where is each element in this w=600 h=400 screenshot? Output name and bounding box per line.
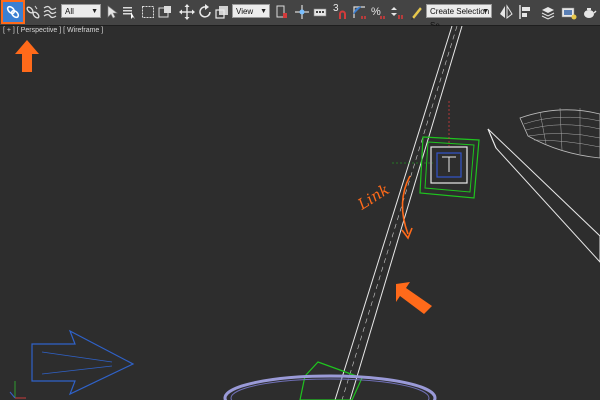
select-object-icon <box>107 5 118 19</box>
layers-icon <box>541 7 555 20</box>
percent-snap-toggle-button[interactable]: % <box>368 2 388 22</box>
snap-magnet-icon <box>339 10 346 19</box>
select-and-link-button[interactable] <box>1 0 25 24</box>
align-icon <box>519 5 530 19</box>
snaps-toggle-button[interactable]: 3 <box>331 2 349 22</box>
use-pivot-point-center-button[interactable] <box>272 2 292 22</box>
selected-helper-object[interactable] <box>419 101 480 199</box>
mirror-icon <box>500 4 513 20</box>
named-selection-set-dropdown[interactable]: Create Selection Se ▼ <box>426 4 492 30</box>
unlink-chain-icon <box>26 5 40 19</box>
select-by-name-button[interactable] <box>119 2 139 22</box>
rotate-icon <box>199 4 211 18</box>
scale-icon <box>215 6 228 19</box>
render-button[interactable] <box>579 2 599 22</box>
chevron-down-icon: ▼ <box>91 8 98 15</box>
pencil-icon <box>411 6 423 20</box>
chevron-down-icon: ▼ <box>260 8 267 15</box>
hull-mesh-object[interactable] <box>519 107 600 159</box>
viewport-scene: Link <box>9 26 600 400</box>
keyboard-icon <box>313 8 327 17</box>
percent-snap-icon: % <box>371 6 385 19</box>
reference-coordinate-dropdown[interactable]: View ▼ <box>232 4 270 18</box>
space-warp-icon <box>43 5 57 19</box>
link-annotation-text: Link <box>354 180 393 214</box>
pivot-center-icon <box>276 5 287 18</box>
axis-tripod <box>9 381 26 399</box>
render-setup-button[interactable] <box>559 2 579 22</box>
manipulate-icon <box>295 5 309 19</box>
selection-filter-value: All <box>65 7 74 16</box>
bind-to-space-warp-button[interactable] <box>40 2 60 22</box>
angle-snap-icon <box>353 6 366 19</box>
move-icon <box>179 4 195 20</box>
select-by-name-icon <box>123 7 135 19</box>
edit-named-selection-sets-button[interactable] <box>407 2 427 22</box>
selection-filter-dropdown[interactable]: All ▼ <box>61 4 101 18</box>
layer-explorer-button[interactable] <box>538 2 558 22</box>
toolbar-pointer-arrow-icon <box>15 40 39 72</box>
ring-object[interactable] <box>223 374 437 400</box>
arrow-helper-object[interactable] <box>31 329 135 396</box>
reference-coordinate-value: View <box>236 7 254 16</box>
pole-object[interactable] <box>334 26 463 400</box>
render-teapot-icon <box>584 8 597 18</box>
align-button[interactable] <box>516 2 536 22</box>
window-crossing-icon <box>158 6 171 18</box>
main-toolbar: All ▼ View ▼ 3 % Create Selection ▼ <box>0 0 600 30</box>
select-and-move-button[interactable] <box>177 2 197 22</box>
prism-object[interactable] <box>487 128 600 263</box>
angle-snap-toggle-button[interactable] <box>350 2 370 22</box>
svg-text:%: % <box>371 6 381 18</box>
perspective-viewport[interactable]: [ + ] [ Perspective ] [ Wireframe ] Link <box>0 26 600 400</box>
teapot-render-icon <box>561 7 577 20</box>
rectangle-selection-icon <box>142 6 154 18</box>
select-and-scale-button[interactable] <box>212 2 232 22</box>
keyboard-shortcut-override-button[interactable] <box>310 2 330 22</box>
link-chain-icon <box>6 5 20 19</box>
window-crossing-button[interactable] <box>155 2 175 22</box>
spinner-snap-toggle-button[interactable] <box>386 2 406 22</box>
mirror-button[interactable] <box>496 2 516 22</box>
spinner-snap-icon <box>391 7 403 19</box>
select-and-manipulate-button[interactable] <box>292 2 312 22</box>
chevron-down-icon: ▼ <box>482 8 489 15</box>
pointer-arrow-icon <box>396 282 432 314</box>
base-object[interactable] <box>299 361 363 400</box>
